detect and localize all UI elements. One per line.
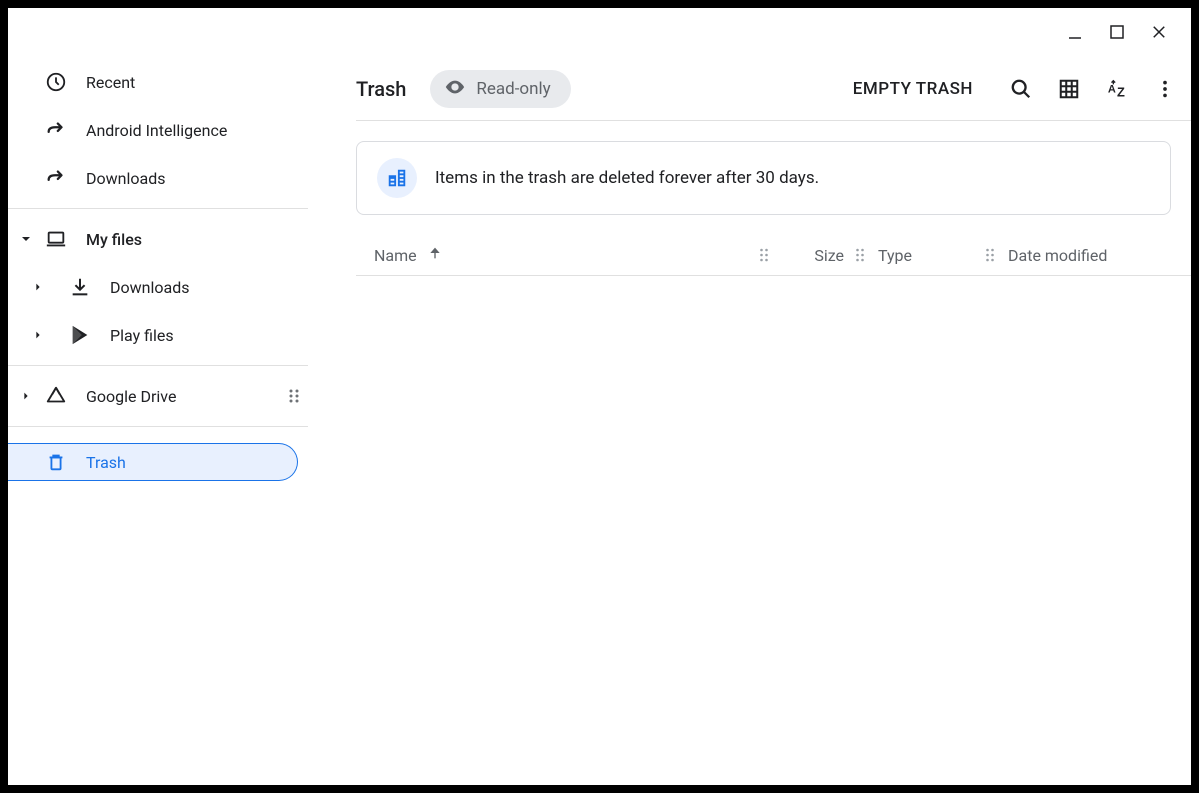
sidebar-item-label: Google Drive	[86, 387, 308, 406]
sidebar-item-label: My files	[86, 230, 308, 249]
trash-info-banner: Items in the trash are deleted forever a…	[356, 141, 1171, 215]
trash-icon	[44, 451, 68, 473]
close-button[interactable]	[1147, 20, 1171, 44]
more-options-icon[interactable]	[1143, 67, 1187, 111]
svg-text:Z: Z	[1117, 84, 1125, 99]
clock-icon	[44, 71, 68, 93]
chevron-right-icon[interactable]	[8, 391, 44, 401]
grid-view-icon[interactable]	[1047, 67, 1091, 111]
column-resize-handle[interactable]	[850, 247, 870, 263]
column-resize-handle[interactable]	[980, 247, 1000, 263]
sort-icon[interactable]: AZ	[1095, 67, 1139, 111]
play-store-icon	[68, 324, 92, 346]
readonly-badge: Read-only	[430, 70, 570, 108]
chevron-right-icon[interactable]	[8, 330, 68, 340]
sidebar-item-google-drive[interactable]: Google Drive	[8, 372, 308, 420]
search-icon[interactable]	[999, 67, 1043, 111]
divider	[8, 426, 308, 427]
drag-handle-icon[interactable]	[286, 388, 302, 404]
sidebar-item-label: Trash	[86, 453, 297, 472]
banner-message: Items in the trash are deleted forever a…	[435, 168, 819, 188]
redirect-icon	[44, 119, 68, 141]
divider	[8, 365, 308, 366]
sidebar-item-label: Recent	[86, 73, 308, 92]
sidebar: Recent Android Intelligence Downloads	[8, 58, 308, 481]
column-size[interactable]: Size	[814, 246, 844, 265]
sidebar-item-downloads[interactable]: Downloads	[8, 263, 308, 311]
chevron-down-icon[interactable]	[8, 233, 44, 245]
divider	[8, 208, 308, 209]
sort-asc-icon	[427, 245, 443, 265]
sidebar-item-recent[interactable]: Recent	[8, 58, 308, 106]
column-headers: Name Size Type Date modified	[356, 235, 1191, 275]
column-date-modified[interactable]: Date modified	[1008, 246, 1107, 265]
sidebar-item-label: Downloads	[110, 278, 308, 297]
column-type[interactable]: Type	[878, 246, 912, 265]
column-resize-handle[interactable]	[754, 247, 774, 263]
sidebar-item-label: Downloads	[86, 169, 308, 188]
empty-trash-button[interactable]: EMPTY TRASH	[853, 79, 973, 99]
sidebar-item-play-files[interactable]: Play files	[8, 311, 308, 359]
chevron-right-icon[interactable]	[8, 282, 68, 292]
sidebar-item-label: Play files	[110, 326, 308, 345]
building-icon	[377, 158, 417, 198]
sidebar-item-my-files[interactable]: My files	[8, 215, 308, 263]
readonly-label: Read-only	[476, 79, 550, 99]
eye-icon	[444, 76, 466, 103]
divider	[356, 120, 1191, 121]
sidebar-item-trash[interactable]: Trash	[8, 443, 298, 481]
page-title: Trash	[356, 77, 406, 101]
laptop-icon	[44, 228, 68, 250]
sidebar-item-android-intelligence[interactable]: Android Intelligence	[8, 106, 308, 154]
column-name[interactable]: Name	[374, 246, 417, 265]
divider	[356, 275, 1191, 276]
drive-icon	[44, 385, 68, 407]
sidebar-item-downloads-link[interactable]: Downloads	[8, 154, 308, 202]
redirect-icon	[44, 167, 68, 189]
svg-text:A: A	[1108, 84, 1116, 96]
toolbar: Trash Read-only EMPTY TRASH AZ	[356, 58, 1191, 120]
sidebar-item-label: Android Intelligence	[86, 121, 308, 140]
minimize-button[interactable]	[1063, 20, 1087, 44]
maximize-button[interactable]	[1105, 20, 1129, 44]
download-icon	[68, 276, 92, 298]
